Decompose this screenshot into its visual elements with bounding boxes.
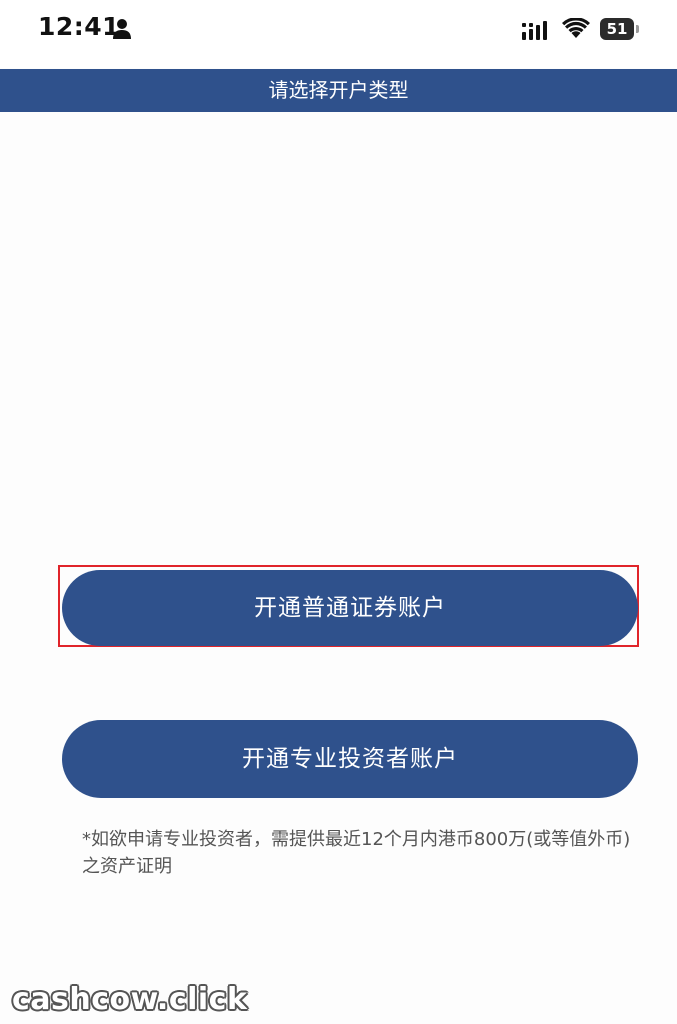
open-professional-account-button[interactable]: 开通专业投资者账户 (62, 720, 638, 798)
battery-icon: 51 (600, 18, 640, 40)
person-icon (113, 19, 131, 39)
battery-cap (636, 25, 639, 33)
status-bar: 12:41 51 (0, 0, 677, 68)
professional-investor-notice: *如欲申请专业投资者，需提供最近12个月内港币800万(或等值外币)之资产证明 (82, 829, 631, 877)
open-normal-account-button[interactable]: 开通普通证券账户 (62, 570, 638, 646)
status-time: 12:41 (38, 12, 121, 41)
battery-body: 51 (600, 18, 634, 40)
wifi-icon (562, 18, 590, 38)
signal-icon (522, 21, 547, 40)
screen: 12:41 51 请选择开户类型 开通普通证券账户 开通专业投资者账户 *如欲申… (0, 0, 677, 1024)
page-title: 请选择开户类型 (268, 78, 409, 102)
header-bar: 请选择开户类型 (0, 69, 677, 112)
battery-level: 51 (606, 20, 628, 38)
watermark: cashcow.click (12, 982, 248, 1017)
